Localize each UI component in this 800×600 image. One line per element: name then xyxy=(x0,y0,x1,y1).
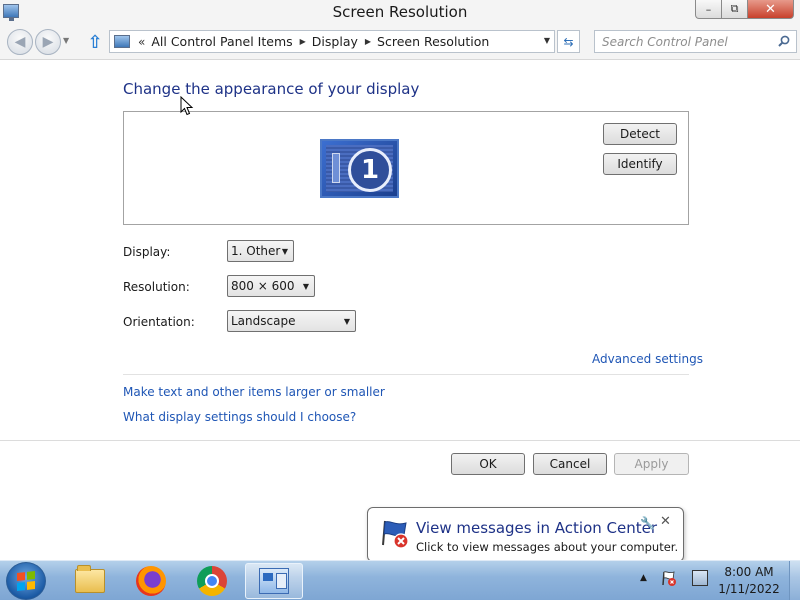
mouse-cursor-icon xyxy=(180,96,194,116)
cancel-button[interactable]: Cancel xyxy=(533,453,607,475)
window-title: Screen Resolution xyxy=(332,3,468,21)
identify-button[interactable]: Identify xyxy=(603,153,677,175)
breadcrumb-separator-icon[interactable]: ▶ xyxy=(300,37,306,46)
taskbar-firefox[interactable] xyxy=(122,563,180,599)
text-size-link[interactable]: Make text and other items larger or smal… xyxy=(123,385,385,399)
firefox-icon xyxy=(136,566,166,596)
monitor-1-icon[interactable]: 1 xyxy=(320,139,399,198)
navigation-bar: ◀ ▶ ▼ ⇧ « All Control Panel Items ▶ Disp… xyxy=(0,26,800,60)
breadcrumb-screen-resolution[interactable]: Screen Resolution xyxy=(377,34,489,49)
address-bar[interactable]: « All Control Panel Items ▶ Display ▶ Sc… xyxy=(109,30,555,53)
control-panel-icon xyxy=(114,35,130,48)
refresh-icon: ⇆ xyxy=(563,34,574,49)
chevron-down-icon: ▼ xyxy=(281,247,288,256)
detect-button[interactable]: Detect xyxy=(603,123,677,145)
minimize-button[interactable]: – xyxy=(695,0,722,19)
ok-button[interactable]: OK xyxy=(451,453,525,475)
display-label: Display: xyxy=(123,245,171,259)
refresh-button[interactable]: ⇆ xyxy=(557,30,580,53)
resolution-value: 800 × 600 xyxy=(231,279,295,293)
recent-pages-dropdown[interactable]: ▼ xyxy=(63,36,69,45)
action-center-flag-icon xyxy=(382,520,409,549)
forward-button[interactable]: ▶ xyxy=(35,29,61,55)
windows-logo-icon xyxy=(17,571,35,591)
title-bar: Screen Resolution – ⧉ ✕ xyxy=(0,0,800,26)
network-icon[interactable] xyxy=(692,570,708,586)
back-button[interactable]: ◀ xyxy=(7,29,33,55)
display-select[interactable]: 1. Other ▼ xyxy=(227,240,294,262)
clock-time[interactable]: 8:00 AM xyxy=(715,565,783,579)
folder-icon xyxy=(75,565,105,593)
notification-title[interactable]: View messages in Action Center xyxy=(416,519,657,537)
monitor-taskbar-icon xyxy=(332,153,340,183)
page-title: Change the appearance of your display xyxy=(123,80,420,98)
apply-button: Apply xyxy=(614,453,689,475)
action-center-tray-icon[interactable] xyxy=(661,570,677,586)
breadcrumb-separator-icon[interactable]: ▶ xyxy=(365,37,371,46)
footer-divider xyxy=(0,440,800,441)
clock-date[interactable]: 1/11/2022 xyxy=(715,582,783,596)
breadcrumb-overflow[interactable]: « xyxy=(138,35,145,49)
forward-arrow-icon: ▶ xyxy=(42,34,54,50)
search-input[interactable]: Search Control Panel xyxy=(594,30,797,53)
display-help-link[interactable]: What display settings should I choose? xyxy=(123,410,356,424)
orientation-label: Orientation: xyxy=(123,315,195,329)
taskbar-file-explorer[interactable] xyxy=(61,563,119,599)
advanced-settings-link[interactable]: Advanced settings xyxy=(592,352,703,366)
divider xyxy=(123,374,689,375)
start-button[interactable] xyxy=(6,562,46,600)
address-dropdown-icon[interactable]: ▼ xyxy=(544,36,550,45)
monitor-number: 1 xyxy=(348,148,392,192)
chevron-down-icon: ▼ xyxy=(343,317,350,326)
search-placeholder: Search Control Panel xyxy=(602,35,728,49)
chrome-icon xyxy=(197,566,227,596)
notification-close-button[interactable]: ✕ xyxy=(660,514,671,529)
breadcrumb-all-control-panel-items[interactable]: All Control Panel Items xyxy=(151,34,292,49)
taskbar-chrome[interactable] xyxy=(183,563,241,599)
wrench-icon[interactable]: 🔧 xyxy=(640,516,655,530)
show-hidden-icons-button[interactable]: ▲ xyxy=(640,573,647,583)
taskbar xyxy=(0,560,800,600)
orientation-select[interactable]: Landscape ▼ xyxy=(227,310,356,332)
show-desktop-button[interactable] xyxy=(789,561,800,600)
search-icon[interactable] xyxy=(778,35,790,47)
action-center-notification[interactable]: View messages in Action Center Click to … xyxy=(367,507,684,562)
chevron-down-icon: ▼ xyxy=(302,282,309,291)
orientation-value: Landscape xyxy=(231,314,296,328)
taskbar-control-panel[interactable] xyxy=(245,563,303,599)
breadcrumb-display[interactable]: Display xyxy=(312,34,358,49)
display-value: 1. Other xyxy=(231,244,281,258)
resolution-select[interactable]: 800 × 600 ▼ xyxy=(227,275,315,297)
back-arrow-icon: ◀ xyxy=(14,34,26,50)
resolution-label: Resolution: xyxy=(123,280,190,294)
close-button[interactable]: ✕ xyxy=(748,0,794,19)
up-arrow-icon[interactable]: ⇧ xyxy=(86,32,104,53)
monitor-arrangement-panel: 1 Detect Identify xyxy=(123,111,689,225)
control-panel-icon xyxy=(259,568,289,594)
restore-button[interactable]: ⧉ xyxy=(722,0,748,19)
notification-body[interactable]: Click to view messages about your comput… xyxy=(416,540,678,554)
window-controls: – ⧉ ✕ xyxy=(695,0,794,19)
